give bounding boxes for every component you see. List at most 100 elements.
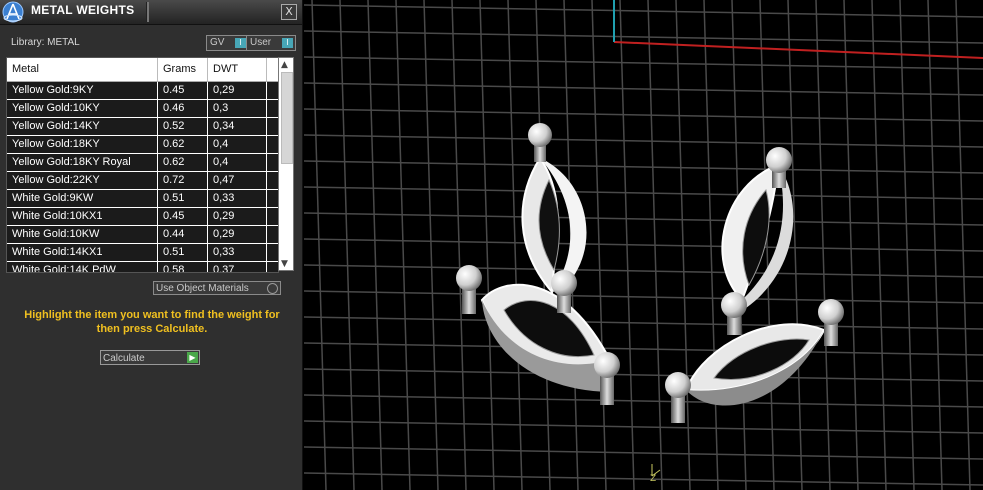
scroll-down-icon[interactable]: ▼ — [281, 259, 288, 269]
column-header-spacer — [267, 58, 278, 81]
use-object-materials-option[interactable]: Use Object Materials — [153, 281, 281, 295]
cell-metal: White Gold:14K PdW — [7, 262, 158, 272]
cell-grams: 0.62 — [158, 136, 208, 153]
table-row[interactable]: White Gold:14KX1 0.51 0,33 — [7, 244, 278, 262]
grid-line — [815, 0, 831, 490]
grid-line — [304, 394, 983, 408]
grid-line — [304, 4, 983, 18]
table-scrollbar[interactable]: ▲ ▼ — [278, 57, 294, 271]
cell-grams: 0.44 — [158, 226, 208, 243]
cell-spacer — [267, 100, 278, 117]
table-row[interactable]: Yellow Gold:18KY Royal 0.62 0,4 — [7, 154, 278, 172]
cell-dwt: 0,33 — [208, 190, 267, 207]
x-axis-line — [613, 41, 983, 59]
user-toggle[interactable]: User I — [246, 35, 296, 51]
toggle-switch-icon: I — [282, 38, 293, 48]
cell-metal: Yellow Gold:18KY Royal — [7, 154, 158, 171]
cell-metal: Yellow Gold:18KY — [7, 136, 158, 153]
table-row[interactable]: Yellow Gold:10KY 0.46 0,3 — [7, 100, 278, 118]
left-earring-model — [456, 123, 620, 405]
cell-dwt: 0,34 — [208, 118, 267, 135]
table-row[interactable]: White Gold:10KW 0.44 0,29 — [7, 226, 278, 244]
table-row[interactable]: White Gold:9KW 0.51 0,33 — [7, 190, 278, 208]
calculate-button[interactable]: Calculate ▶ — [100, 350, 200, 365]
cell-metal: Yellow Gold:10KY — [7, 100, 158, 117]
table-row[interactable]: Yellow Gold:9KY 0.45 0,29 — [7, 82, 278, 100]
cell-grams: 0.51 — [158, 190, 208, 207]
close-button[interactable]: X — [281, 4, 297, 20]
metal-weights-panel: METAL WEIGHTS X Library: METAL GV I User… — [0, 0, 303, 490]
grid-line — [367, 0, 383, 490]
cell-grams: 0.45 — [158, 82, 208, 99]
viewport-grid — [304, 0, 983, 490]
grid-line — [304, 82, 983, 96]
grid-line — [703, 0, 719, 490]
grid-line — [304, 446, 983, 460]
grid-line — [304, 186, 983, 200]
scroll-thumb[interactable] — [281, 72, 293, 164]
column-header-dwt[interactable]: DWT — [208, 58, 267, 81]
cell-grams: 0.46 — [158, 100, 208, 117]
grid-line — [304, 212, 983, 226]
grid-line — [955, 0, 971, 490]
cell-spacer — [267, 244, 278, 261]
cell-metal: Yellow Gold:22KY — [7, 172, 158, 189]
panel-titlebar: METAL WEIGHTS X — [0, 0, 302, 25]
grid-line — [479, 0, 495, 490]
grid-line — [927, 0, 943, 490]
cell-spacer — [267, 190, 278, 207]
table-header: Metal Grams DWT — [7, 58, 278, 82]
z-axis-label: Z — [650, 474, 657, 484]
cell-dwt: 0,29 — [208, 82, 267, 99]
scroll-up-icon[interactable]: ▲ — [281, 60, 288, 70]
close-icon: X — [285, 5, 293, 18]
cell-grams: 0.58 — [158, 262, 208, 272]
cell-dwt: 0,29 — [208, 226, 267, 243]
column-header-grams[interactable]: Grams — [158, 58, 208, 81]
table-row[interactable]: Yellow Gold:18KY 0.62 0,4 — [7, 136, 278, 154]
cell-spacer — [267, 82, 278, 99]
axis-gizmo: Z — [648, 462, 662, 487]
cell-metal: White Gold:14KX1 — [7, 244, 158, 261]
viewport-scene — [304, 0, 983, 490]
grid-line — [787, 0, 803, 490]
grid-line — [304, 30, 983, 44]
grid-line — [304, 420, 983, 434]
grid-line — [304, 264, 983, 278]
cell-metal: White Gold:10KW — [7, 226, 158, 243]
cell-spacer — [267, 172, 278, 189]
grid-line — [843, 0, 859, 490]
cell-dwt: 0,33 — [208, 244, 267, 261]
cell-grams: 0.45 — [158, 208, 208, 225]
cell-grams: 0.62 — [158, 154, 208, 171]
3d-viewport[interactable]: Z — [304, 0, 983, 490]
radio-icon[interactable] — [267, 283, 278, 294]
gv-toggle[interactable]: GV I — [206, 35, 249, 51]
right-earring-model — [665, 147, 844, 423]
toggle-switch-icon: I — [235, 38, 246, 48]
table-row[interactable]: White Gold:10KX1 0.45 0,29 — [7, 208, 278, 226]
grid-line — [395, 0, 411, 490]
titlebar-divider — [146, 2, 149, 22]
cell-grams: 0.52 — [158, 118, 208, 135]
grid-line — [451, 0, 467, 490]
table-row[interactable]: White Gold:14K PdW 0.58 0,37 — [7, 262, 278, 272]
table-body: Yellow Gold:9KY 0.45 0,29 Yellow Gold:10KY 0… — [7, 82, 278, 272]
metal-table: Metal Grams DWT Yellow Gold:9KY 0.45 0,29 Y… — [6, 57, 279, 273]
cell-metal: White Gold:9KW — [7, 190, 158, 207]
use-object-materials-label: Use Object Materials — [156, 283, 249, 294]
table-row[interactable]: Yellow Gold:22KY 0.72 0,47 — [7, 172, 278, 190]
library-label: Library: METAL — [11, 37, 80, 48]
grid-line — [899, 0, 915, 490]
cell-spacer — [267, 208, 278, 225]
play-arrow-icon: ▶ — [187, 352, 198, 363]
user-toggle-label: User — [250, 37, 272, 48]
grid-line — [304, 108, 983, 122]
table-row[interactable]: Yellow Gold:14KY 0.52 0,34 — [7, 118, 278, 136]
grid-line — [304, 134, 983, 148]
grid-line — [311, 0, 327, 490]
cell-dwt: 0,4 — [208, 136, 267, 153]
cell-metal: Yellow Gold:14KY — [7, 118, 158, 135]
grid-line — [507, 0, 523, 490]
column-header-metal[interactable]: Metal — [7, 58, 158, 81]
